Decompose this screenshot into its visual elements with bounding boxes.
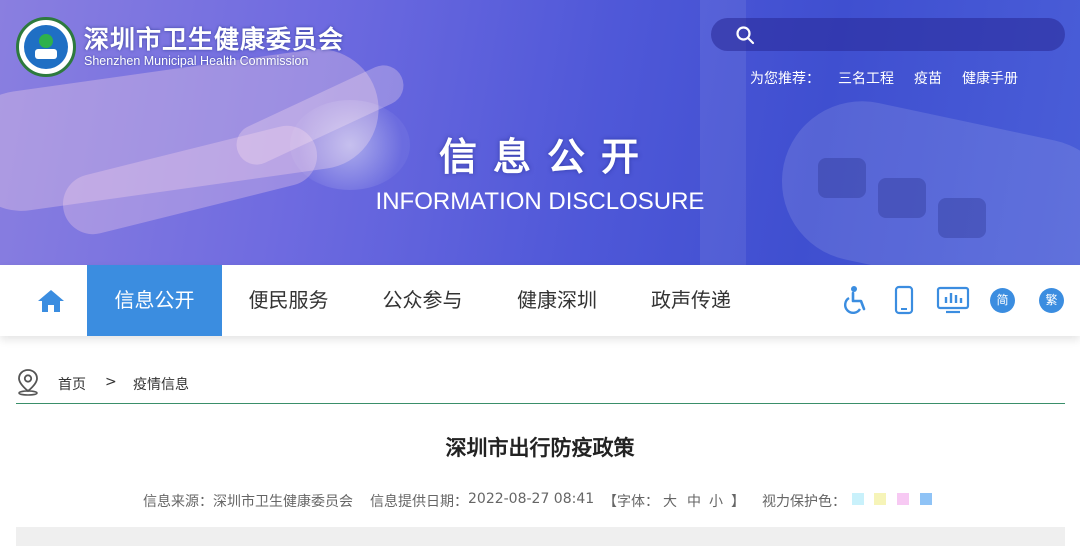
header-banner: 深圳市卫生健康委员会 Shenzhen Municipal Health Com… <box>0 0 1080 265</box>
search-input[interactable] <box>763 22 1053 47</box>
home-icon[interactable] <box>34 287 68 315</box>
nav-item-public-participation[interactable]: 公众参与 <box>355 265 490 336</box>
breadcrumb-separator: > <box>105 374 117 390</box>
source-label: 信息来源： <box>143 494 213 510</box>
logo-emblem-icon <box>24 25 68 69</box>
location-pin-icon <box>18 369 38 396</box>
font-size-close: 】 <box>731 494 745 510</box>
nav-item-government-voice[interactable]: 政声传递 <box>624 265 758 336</box>
breadcrumb-home-link[interactable]: 首页 <box>58 374 86 394</box>
site-subtitle: Shenzhen Municipal Health Commission <box>84 54 309 68</box>
eye-color-swatch-cyan[interactable] <box>852 493 864 505</box>
eye-color-swatch-yellow[interactable] <box>874 493 886 505</box>
wheelchair-icon[interactable] <box>840 285 870 315</box>
recommend-bar: 为您推荐： 三名工程 疫苗 健康手册 <box>750 68 1038 88</box>
font-size-label: 【字体： <box>603 494 659 510</box>
recommend-link[interactable]: 三名工程 <box>838 68 894 88</box>
recommend-label: 为您推荐： <box>750 71 820 87</box>
traditional-chinese-button[interactable]: 繁 <box>1039 288 1064 313</box>
nav-item-info-disclosure[interactable]: 信息公开 <box>87 265 222 336</box>
banner-subtitle: INFORMATION DISCLOSURE <box>375 188 705 215</box>
font-medium-button[interactable]: 中 <box>687 491 701 511</box>
simplified-chinese-button[interactable]: 简 <box>990 288 1015 313</box>
search-box <box>711 18 1065 51</box>
site-title[interactable]: 深圳市卫生健康委员会 <box>84 20 344 56</box>
font-small-button[interactable]: 小 <box>709 491 723 511</box>
breadcrumb: 首页 > 疫情信息 <box>16 366 1065 404</box>
main-nav: 信息公开 便民服务 公众参与 健康深圳 政声传递 简 繁 <box>0 265 1080 336</box>
eye-color-swatch-pink[interactable] <box>897 493 909 505</box>
recommend-link[interactable]: 疫苗 <box>914 68 942 88</box>
nav-item-healthy-shenzhen[interactable]: 健康深圳 <box>490 265 624 336</box>
date-value: 2022-08-27 08:41 <box>468 491 595 507</box>
mobile-phone-icon[interactable] <box>889 285 919 315</box>
eye-protection-label: 视力保护色： <box>762 494 846 510</box>
font-large-button[interactable]: 大 <box>663 491 677 511</box>
article-title: 深圳市出行防疫政策 <box>445 436 635 460</box>
search-icon[interactable] <box>735 25 755 45</box>
site-logo[interactable] <box>16 17 76 77</box>
nav-item-public-service[interactable]: 便民服务 <box>222 265 355 336</box>
date-label: 信息提供日期： <box>370 494 468 510</box>
bar-chart-icon[interactable] <box>936 285 970 315</box>
source-value: 深圳市卫生健康委员会 <box>213 494 353 510</box>
banner-title: 信息公开 <box>438 134 655 179</box>
recommend-link[interactable]: 健康手册 <box>962 68 1018 88</box>
eye-color-swatch-blue[interactable] <box>920 493 932 505</box>
breadcrumb-current[interactable]: 疫情信息 <box>133 374 189 394</box>
content-divider <box>16 527 1065 546</box>
